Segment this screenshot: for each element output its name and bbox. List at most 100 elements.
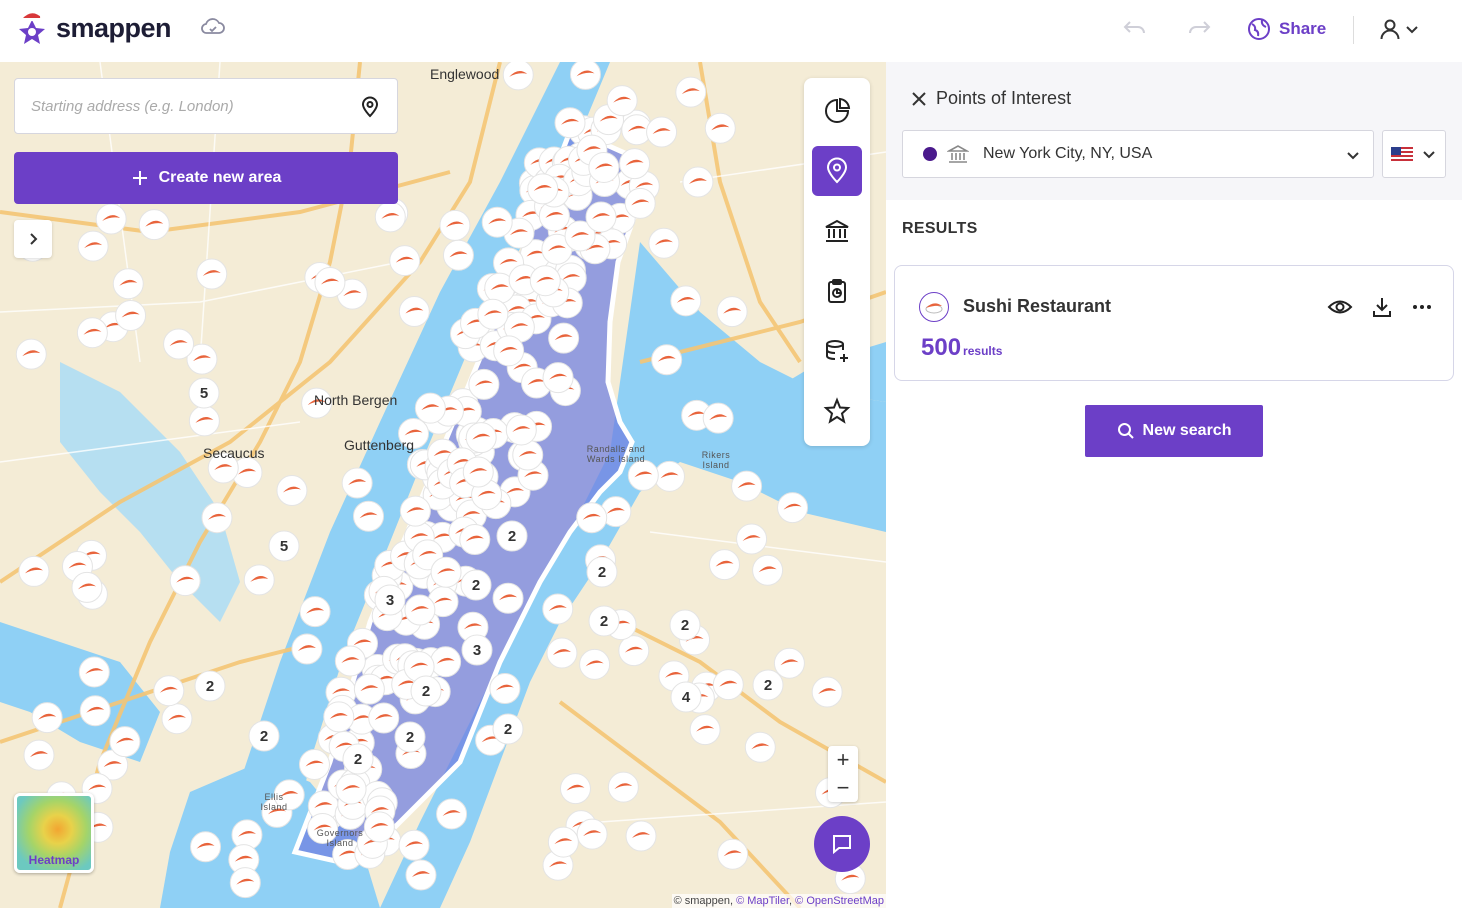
undo-icon[interactable] [1122, 18, 1148, 43]
poi-marker[interactable] [505, 414, 537, 446]
poi-cluster[interactable]: 2 [586, 556, 618, 588]
poi-cluster[interactable]: 2 [669, 609, 701, 641]
poi-marker[interactable] [542, 593, 574, 625]
poi-marker[interactable] [554, 107, 586, 139]
poi-marker[interactable] [736, 523, 768, 555]
redo-icon[interactable] [1186, 18, 1212, 43]
poi-marker[interactable] [731, 470, 763, 502]
poi-marker[interactable] [579, 648, 611, 680]
logo[interactable]: smappen [14, 8, 172, 48]
poi-marker[interactable] [477, 298, 509, 330]
poi-marker[interactable] [314, 266, 346, 298]
poi-marker[interactable] [653, 460, 685, 492]
poi-marker[interactable] [752, 554, 784, 586]
poi-cluster[interactable]: 5 [188, 377, 220, 409]
poi-cluster[interactable]: 3 [461, 634, 493, 666]
poi-marker[interactable] [430, 556, 462, 588]
zoom-in-button[interactable]: + [828, 746, 858, 774]
poi-marker[interactable] [576, 818, 608, 850]
osm-link[interactable]: © OpenStreetMap [795, 895, 884, 907]
poi-marker[interactable] [527, 173, 559, 205]
poi-marker[interactable] [398, 829, 430, 861]
share-button[interactable]: Share [1247, 17, 1326, 41]
poi-marker[interactable] [811, 676, 843, 708]
poi-marker[interactable] [542, 362, 574, 394]
poi-marker[interactable] [15, 338, 47, 370]
poi-marker[interactable] [323, 701, 355, 733]
poi-cluster[interactable]: 2 [460, 569, 492, 601]
poi-cluster[interactable]: 2 [492, 713, 524, 745]
poi-marker[interactable] [399, 495, 431, 527]
city-select[interactable]: New York City, NY, USA [902, 130, 1374, 178]
poi-marker[interactable] [243, 564, 275, 596]
poi-marker[interactable] [702, 402, 734, 434]
report-tool-button[interactable] [812, 266, 862, 316]
poi-marker[interactable] [291, 633, 323, 665]
analytics-tool-button[interactable] [812, 86, 862, 136]
poi-marker[interactable] [335, 773, 367, 805]
poi-cluster[interactable]: 2 [194, 670, 226, 702]
poi-marker[interactable] [299, 596, 331, 628]
poi-marker[interactable] [76, 317, 108, 349]
poi-marker[interactable] [112, 268, 144, 300]
expand-sidebar-button[interactable] [14, 220, 52, 258]
maptiler-link[interactable]: © MapTiler [736, 895, 789, 907]
new-search-button[interactable]: New search [1085, 405, 1263, 457]
poi-marker[interactable] [439, 209, 471, 241]
map-view[interactable]: 5 5 2 2 2 3 2 3 2 2 2 2 4 2 2 2 2 Englewood North Bergen… [0, 62, 886, 908]
poi-marker[interactable] [627, 459, 659, 491]
poi-marker[interactable] [405, 859, 437, 891]
poi-cluster[interactable]: 2 [588, 605, 620, 637]
poi-cluster[interactable]: 2 [496, 520, 528, 552]
poi-marker[interactable] [77, 230, 109, 262]
poi-marker[interactable] [493, 335, 525, 367]
poi-marker[interactable] [548, 322, 580, 354]
poi-marker[interactable] [353, 500, 385, 532]
poi-marker[interactable] [161, 703, 193, 735]
poi-cluster[interactable]: 3 [374, 584, 406, 616]
poi-marker[interactable] [489, 672, 521, 704]
poi-marker[interactable] [712, 669, 744, 701]
poi-marker[interactable] [624, 187, 656, 219]
poi-marker[interactable] [341, 467, 373, 499]
poi-cluster[interactable]: 2 [410, 675, 442, 707]
poi-marker[interactable] [23, 739, 55, 771]
favorites-tool-button[interactable] [812, 386, 862, 436]
address-input[interactable] [31, 97, 361, 115]
poi-marker[interactable] [569, 62, 601, 90]
user-menu[interactable] [1378, 17, 1420, 41]
poi-marker[interactable] [717, 838, 749, 870]
poi-marker[interactable] [368, 702, 400, 734]
poi-marker[interactable] [704, 112, 736, 144]
poi-marker[interactable] [708, 549, 740, 581]
poi-cluster[interactable]: 5 [268, 530, 300, 562]
poi-marker[interactable] [744, 731, 776, 763]
heatmap-toggle[interactable]: Heatmap [14, 793, 94, 873]
poi-cluster[interactable]: 2 [342, 743, 374, 775]
poi-marker[interactable] [777, 492, 809, 524]
poi-marker[interactable] [619, 148, 651, 180]
poi-marker[interactable] [442, 239, 474, 271]
create-area-button[interactable]: Create new area [14, 152, 398, 204]
poi-marker[interactable] [546, 637, 578, 669]
poi-marker[interactable] [414, 392, 446, 424]
poi-marker[interactable] [115, 300, 147, 332]
poi-marker[interactable] [109, 726, 141, 758]
poi-marker[interactable] [716, 296, 748, 328]
poi-marker[interactable] [646, 116, 678, 148]
poi-marker[interactable] [169, 565, 201, 597]
poi-cluster[interactable]: 2 [752, 669, 784, 701]
poi-marker[interactable] [588, 151, 620, 183]
poi-marker[interactable] [618, 635, 650, 667]
poi-marker[interactable] [436, 798, 468, 830]
poi-cluster[interactable]: 2 [248, 720, 280, 752]
poi-marker[interactable] [481, 206, 513, 238]
eye-icon[interactable] [1327, 296, 1353, 318]
close-icon[interactable] [910, 90, 928, 113]
poi-marker[interactable] [625, 820, 657, 852]
zoom-out-button[interactable]: − [828, 774, 858, 802]
poi-marker[interactable] [153, 675, 185, 707]
poi-marker[interactable] [196, 258, 228, 290]
poi-marker[interactable] [31, 702, 63, 734]
poi-marker[interactable] [670, 285, 702, 317]
